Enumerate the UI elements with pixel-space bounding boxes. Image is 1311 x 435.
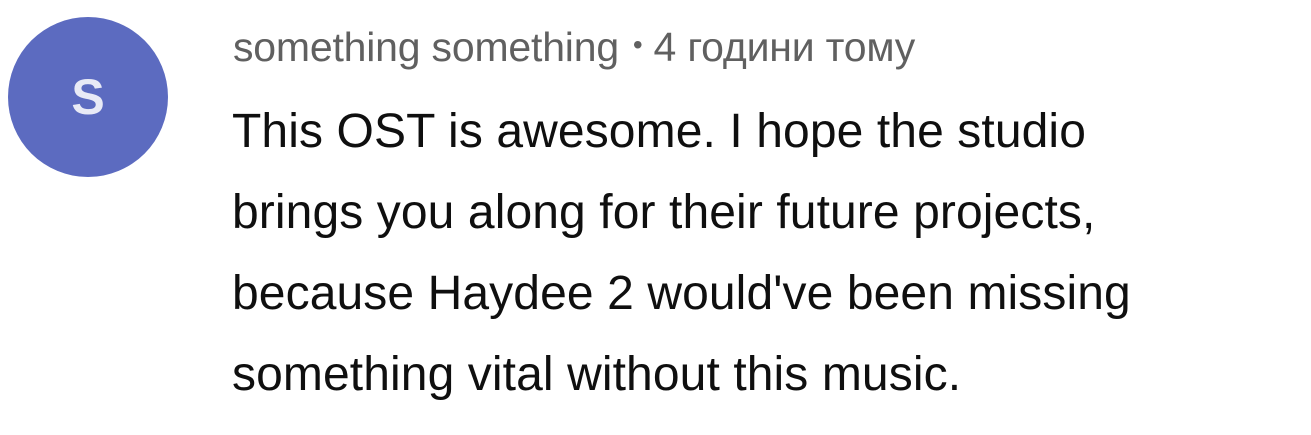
comment-text-line: This OST is awesome. I hope the studio [232, 105, 1086, 158]
comment-text-line: something vital without this music. [232, 348, 962, 401]
separator-dot: • [632, 29, 643, 60]
comment: S something something • 4 години тому Th… [0, 0, 1311, 435]
timestamp[interactable]: 4 години тому [654, 24, 916, 71]
avatar[interactable]: S [8, 17, 168, 177]
comment-text: This OST is awesome. I hope the studio b… [232, 91, 1307, 415]
comment-text-line: because Haydee 2 would've been missing [232, 267, 1131, 320]
avatar-letter: S [71, 69, 105, 125]
author-name[interactable]: something something [233, 24, 619, 71]
comment-text-line: brings you along for their future projec… [232, 186, 1096, 239]
comment-header: something something • 4 години тому [233, 22, 915, 72]
